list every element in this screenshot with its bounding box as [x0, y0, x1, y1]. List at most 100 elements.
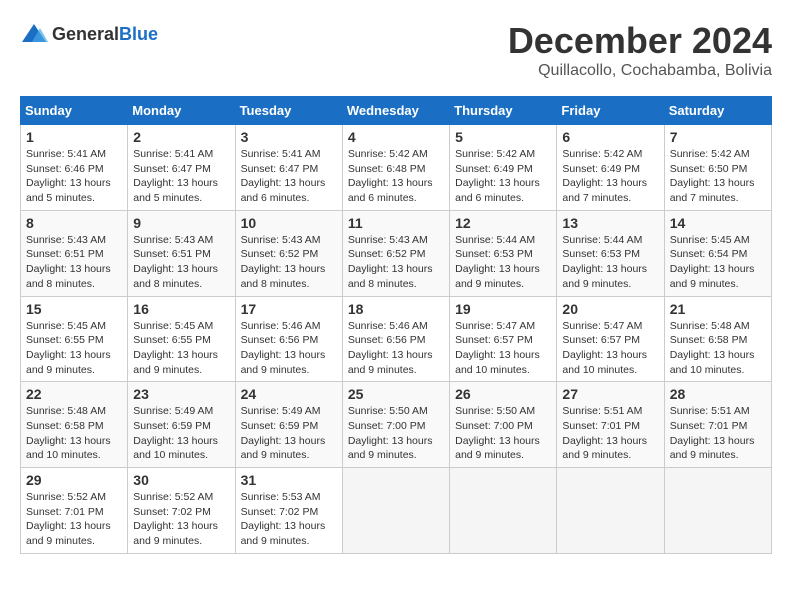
day-number: 17: [241, 301, 337, 317]
header-tuesday: Tuesday: [235, 97, 342, 125]
day-info: Sunrise: 5:42 AMSunset: 6:49 PMDaylight:…: [455, 147, 551, 206]
table-row: 27 Sunrise: 5:51 AMSunset: 7:01 PMDayligh…: [557, 382, 664, 468]
day-info: Sunrise: 5:45 AMSunset: 6:55 PMDaylight:…: [133, 319, 229, 378]
day-number: 22: [26, 386, 122, 402]
day-info: Sunrise: 5:46 AMSunset: 6:56 PMDaylight:…: [241, 319, 337, 378]
day-info: Sunrise: 5:46 AMSunset: 6:56 PMDaylight:…: [348, 319, 444, 378]
table-row: 30 Sunrise: 5:52 AMSunset: 7:02 PMDayligh…: [128, 468, 235, 554]
day-number: 21: [670, 301, 766, 317]
day-number: 6: [562, 129, 658, 145]
day-info: Sunrise: 5:43 AMSunset: 6:52 PMDaylight:…: [241, 233, 337, 292]
header-wednesday: Wednesday: [342, 97, 449, 125]
table-row: 6 Sunrise: 5:42 AMSunset: 6:49 PMDaylight…: [557, 125, 664, 211]
day-info: Sunrise: 5:47 AMSunset: 6:57 PMDaylight:…: [562, 319, 658, 378]
day-number: 23: [133, 386, 229, 402]
day-info: Sunrise: 5:41 AMSunset: 6:47 PMDaylight:…: [133, 147, 229, 206]
day-info: Sunrise: 5:50 AMSunset: 7:00 PMDaylight:…: [455, 404, 551, 463]
day-info: Sunrise: 5:45 AMSunset: 6:54 PMDaylight:…: [670, 233, 766, 292]
day-number: 31: [241, 472, 337, 488]
table-row: 10 Sunrise: 5:43 AMSunset: 6:52 PMDayligh…: [235, 210, 342, 296]
day-number: 15: [26, 301, 122, 317]
day-number: 25: [348, 386, 444, 402]
table-row: 29 Sunrise: 5:52 AMSunset: 7:01 PMDayligh…: [21, 468, 128, 554]
table-row: 24Sunrise: 5:49 AMSunset: 6:59 PMDayligh…: [235, 382, 342, 468]
day-number: 30: [133, 472, 229, 488]
day-number: 20: [562, 301, 658, 317]
title-block: December 2024 Quillacollo, Cochabamba, B…: [508, 20, 772, 80]
table-row: 2 Sunrise: 5:41 AMSunset: 6:47 PMDaylight…: [128, 125, 235, 211]
location-subtitle: Quillacollo, Cochabamba, Bolivia: [508, 62, 772, 80]
header-sunday: Sunday: [21, 97, 128, 125]
logo-icon: [20, 20, 48, 48]
day-number: 27: [562, 386, 658, 402]
table-row: 7Sunrise: 5:42 AMSunset: 6:50 PMDaylight…: [664, 125, 771, 211]
table-row: [557, 468, 664, 554]
day-number: 28: [670, 386, 766, 402]
table-row: 13 Sunrise: 5:44 AMSunset: 6:53 PMDayligh…: [557, 210, 664, 296]
day-number: 3: [241, 129, 337, 145]
page-header: GeneralBlue December 2024 Quillacollo, C…: [20, 20, 772, 80]
table-row: 25 Sunrise: 5:50 AMSunset: 7:00 PMDayligh…: [342, 382, 449, 468]
day-info: Sunrise: 5:42 AMSunset: 6:49 PMDaylight:…: [562, 147, 658, 206]
header-saturday: Saturday: [664, 97, 771, 125]
day-number: 24: [241, 386, 337, 402]
calendar-week-row: 8 Sunrise: 5:43 AMSunset: 6:51 PMDaylight…: [21, 210, 772, 296]
day-info: Sunrise: 5:44 AMSunset: 6:53 PMDaylight:…: [562, 233, 658, 292]
day-info: Sunrise: 5:41 AMSunset: 6:46 PMDaylight:…: [26, 147, 122, 206]
day-number: 2: [133, 129, 229, 145]
day-info: Sunrise: 5:53 AMSunset: 7:02 PMDaylight:…: [241, 490, 337, 549]
day-info: Sunrise: 5:48 AMSunset: 6:58 PMDaylight:…: [670, 319, 766, 378]
day-info: Sunrise: 5:42 AMSunset: 6:48 PMDaylight:…: [348, 147, 444, 206]
day-info: Sunrise: 5:43 AMSunset: 6:52 PMDaylight:…: [348, 233, 444, 292]
day-number: 14: [670, 215, 766, 231]
logo: GeneralBlue: [20, 20, 158, 48]
day-info: Sunrise: 5:52 AMSunset: 7:02 PMDaylight:…: [133, 490, 229, 549]
table-row: [664, 468, 771, 554]
day-number: 13: [562, 215, 658, 231]
calendar-table: Sunday Monday Tuesday Wednesday Thursday…: [20, 96, 772, 554]
table-row: 18 Sunrise: 5:46 AMSunset: 6:56 PMDayligh…: [342, 296, 449, 382]
table-row: [342, 468, 449, 554]
day-number: 10: [241, 215, 337, 231]
table-row: 21 Sunrise: 5:48 AMSunset: 6:58 PMDayligh…: [664, 296, 771, 382]
table-row: 23 Sunrise: 5:49 AMSunset: 6:59 PMDayligh…: [128, 382, 235, 468]
table-row: 4Sunrise: 5:42 AMSunset: 6:48 PMDaylight…: [342, 125, 449, 211]
day-info: Sunrise: 5:50 AMSunset: 7:00 PMDaylight:…: [348, 404, 444, 463]
table-row: 8 Sunrise: 5:43 AMSunset: 6:51 PMDaylight…: [21, 210, 128, 296]
calendar-week-row: 22 Sunrise: 5:48 AMSunset: 6:58 PMDayligh…: [21, 382, 772, 468]
day-info: Sunrise: 5:48 AMSunset: 6:58 PMDaylight:…: [26, 404, 122, 463]
day-number: 26: [455, 386, 551, 402]
table-row: 1 Sunrise: 5:41 AMSunset: 6:46 PMDaylight…: [21, 125, 128, 211]
day-number: 1: [26, 129, 122, 145]
day-info: Sunrise: 5:49 AMSunset: 6:59 PMDaylight:…: [133, 404, 229, 463]
day-info: Sunrise: 5:51 AMSunset: 7:01 PMDaylight:…: [562, 404, 658, 463]
day-number: 18: [348, 301, 444, 317]
day-info: Sunrise: 5:45 AMSunset: 6:55 PMDaylight:…: [26, 319, 122, 378]
table-row: 11 Sunrise: 5:43 AMSunset: 6:52 PMDayligh…: [342, 210, 449, 296]
calendar-header-row: Sunday Monday Tuesday Wednesday Thursday…: [21, 97, 772, 125]
day-number: 29: [26, 472, 122, 488]
table-row: 20 Sunrise: 5:47 AMSunset: 6:57 PMDayligh…: [557, 296, 664, 382]
table-row: 22 Sunrise: 5:48 AMSunset: 6:58 PMDayligh…: [21, 382, 128, 468]
day-info: Sunrise: 5:43 AMSunset: 6:51 PMDaylight:…: [133, 233, 229, 292]
table-row: 14 Sunrise: 5:45 AMSunset: 6:54 PMDayligh…: [664, 210, 771, 296]
day-number: 11: [348, 215, 444, 231]
day-number: 8: [26, 215, 122, 231]
day-info: Sunrise: 5:47 AMSunset: 6:57 PMDaylight:…: [455, 319, 551, 378]
day-info: Sunrise: 5:43 AMSunset: 6:51 PMDaylight:…: [26, 233, 122, 292]
calendar-week-row: 15 Sunrise: 5:45 AMSunset: 6:55 PMDayligh…: [21, 296, 772, 382]
day-number: 9: [133, 215, 229, 231]
table-row: 19 Sunrise: 5:47 AMSunset: 6:57 PMDayligh…: [450, 296, 557, 382]
table-row: 9 Sunrise: 5:43 AMSunset: 6:51 PMDaylight…: [128, 210, 235, 296]
calendar-week-row: 1 Sunrise: 5:41 AMSunset: 6:46 PMDaylight…: [21, 125, 772, 211]
table-row: 28Sunrise: 5:51 AMSunset: 7:01 PMDayligh…: [664, 382, 771, 468]
month-title: December 2024: [508, 20, 772, 62]
day-number: 7: [670, 129, 766, 145]
day-info: Sunrise: 5:52 AMSunset: 7:01 PMDaylight:…: [26, 490, 122, 549]
logo-general: General: [52, 24, 119, 44]
table-row: 31 Sunrise: 5:53 AMSunset: 7:02 PMDayligh…: [235, 468, 342, 554]
day-number: 19: [455, 301, 551, 317]
table-row: 26 Sunrise: 5:50 AMSunset: 7:00 PMDayligh…: [450, 382, 557, 468]
calendar-week-row: 29 Sunrise: 5:52 AMSunset: 7:01 PMDayligh…: [21, 468, 772, 554]
day-number: 12: [455, 215, 551, 231]
